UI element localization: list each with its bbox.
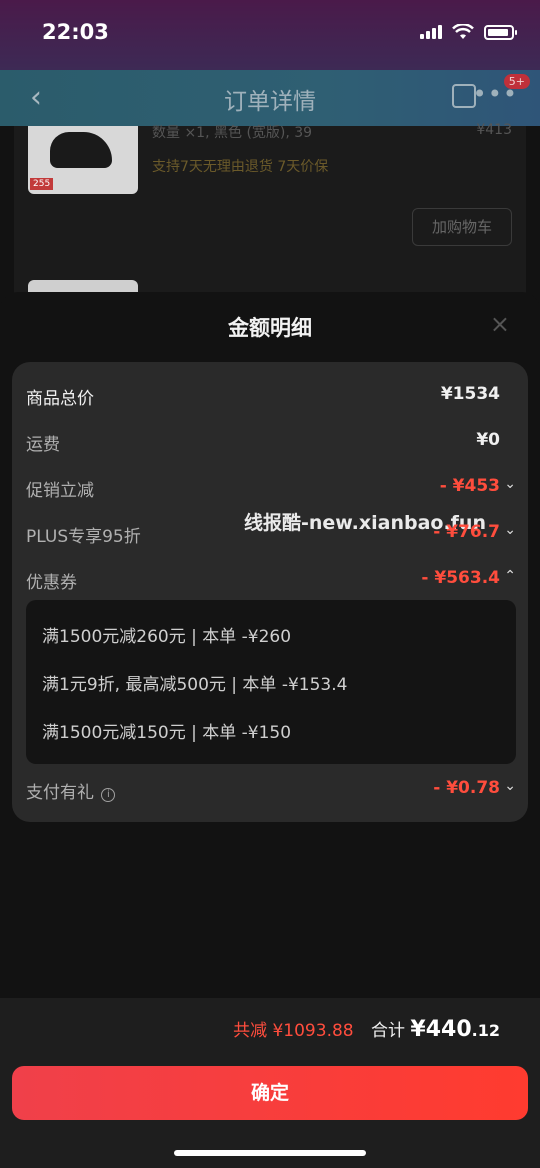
row-label-wrap: 支付有礼 i [26, 778, 116, 803]
product-thumbnail[interactable]: 255 [28, 126, 138, 194]
notification-badge: 5+ [503, 74, 530, 89]
thumb-price-tag: 255 [30, 178, 54, 190]
chevron-down-icon[interactable]: ⌄ [504, 522, 516, 538]
row-amount: - ¥563.4 [421, 568, 500, 588]
coupon-detail-box: 满1500元减260元 | 本单 -¥260 满1元9折, 最高减500元 | … [26, 600, 516, 764]
row-plus[interactable]: PLUS专享95折 - ¥76.7 ⌄ [26, 518, 516, 548]
row-amount: - ¥453 [439, 476, 500, 496]
row-label: PLUS专享95折 [26, 527, 141, 547]
row-amount: ¥0 [476, 430, 500, 450]
row-amount: ¥1534 [440, 384, 500, 404]
add-to-cart-button[interactable]: 加购物车 [412, 208, 512, 246]
signal-icon [420, 25, 442, 39]
row-shipping: 运费 ¥0 [26, 426, 514, 456]
coupon-item: 满1元9折, 最高减500元 | 本单 -¥153.4 [42, 675, 348, 695]
coupon-item: 满1500元减260元 | 本单 -¥260 [42, 627, 292, 647]
chevron-up-icon[interactable]: ⌃ [504, 568, 516, 584]
item-price: ¥413 [476, 122, 512, 138]
confirm-button[interactable]: 确定 [12, 1066, 528, 1120]
total-amount: ¥440 [410, 1017, 472, 1042]
row-promo[interactable]: 促销立减 - ¥453 ⌄ [26, 472, 516, 502]
chevron-down-icon[interactable]: ⌄ [504, 778, 516, 794]
battery-icon [484, 24, 517, 40]
row-pay-gift[interactable]: 支付有礼 i - ¥0.78 ⌄ [26, 774, 516, 804]
total-label: 合计 [371, 1021, 406, 1041]
row-coupon[interactable]: 优惠券 - ¥563.4 ⌃ [26, 564, 516, 594]
item-policy: 支持7天无理由退货 7天价保 [152, 159, 329, 175]
close-icon[interactable]: × [490, 312, 510, 336]
footer-total: 共减 ¥1093.88 合计 ¥440.12 [233, 1016, 500, 1042]
row-label: 运费 [26, 435, 60, 455]
shoe-image [50, 132, 112, 168]
row-label: 商品总价 [26, 389, 94, 409]
total-decimal: .12 [471, 1021, 500, 1040]
item-spec: 数量 ×1, 黑色 (宽版), 39 [152, 125, 313, 141]
row-amount: - ¥0.78 [433, 778, 500, 798]
status-icons [420, 24, 517, 40]
status-bar: 22:03 [0, 0, 540, 70]
row-label: 促销立减 [26, 481, 94, 501]
saved-amount: ¥1093.88 [272, 1021, 354, 1041]
chevron-down-icon[interactable]: ⌄ [504, 476, 516, 492]
row-label: 优惠券 [26, 573, 77, 593]
checkout-footer: 共减 ¥1093.88 合计 ¥440.12 确定 [0, 998, 540, 1168]
amount-detail-card: 商品总价 ¥1534 运费 ¥0 线报酷-new.xianbao.fun 促销立… [12, 362, 528, 822]
sheet-title: 金额明细 [228, 316, 312, 340]
row-label: 支付有礼 [26, 783, 94, 803]
row-amount: - ¥76.7 [433, 522, 500, 542]
info-icon[interactable]: i [101, 788, 116, 802]
wifi-icon [452, 24, 474, 39]
nav-bar: ‹ 订单详情 ••• 5+ [0, 70, 540, 126]
status-time: 22:03 [42, 20, 109, 44]
row-total: 商品总价 ¥1534 [26, 380, 514, 410]
saved-label: 共减 [233, 1021, 268, 1041]
home-indicator [174, 1150, 366, 1156]
coupon-item: 满1500元减150元 | 本单 -¥150 [42, 723, 292, 743]
